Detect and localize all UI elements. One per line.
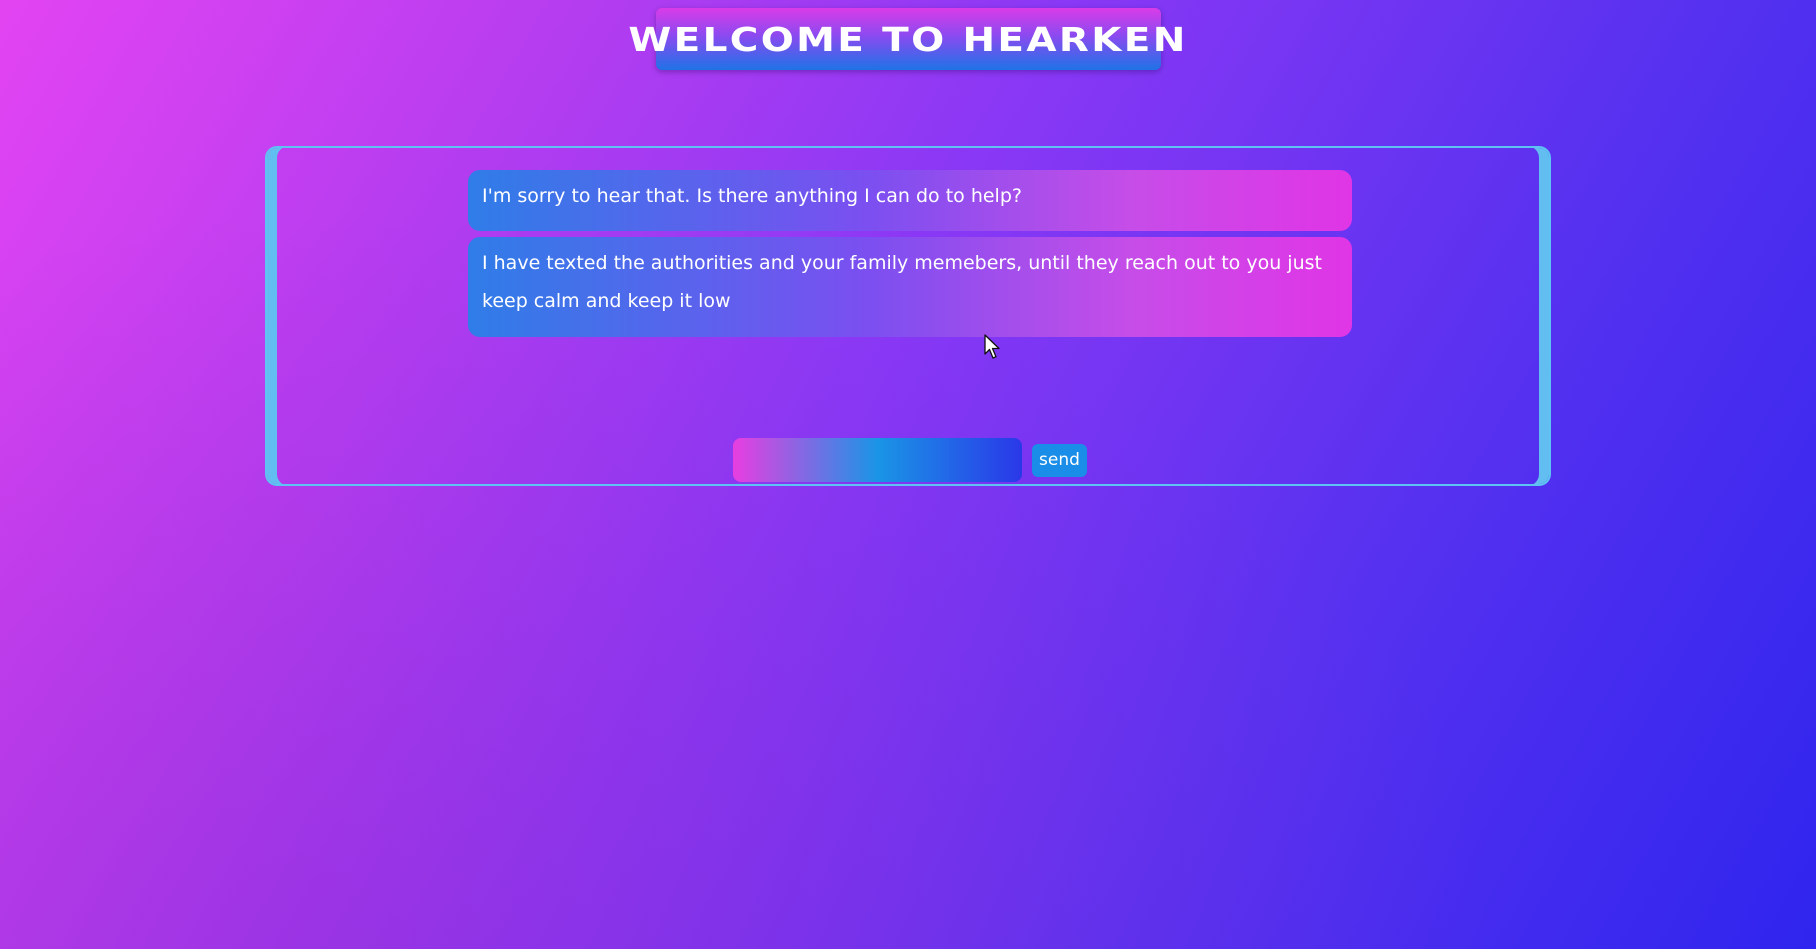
page-title: WELCOME TO HEARKEN [628, 19, 1189, 59]
header-banner: WELCOME TO HEARKEN [629, 8, 1186, 70]
send-button[interactable]: send [1032, 443, 1087, 477]
chat-message: I'm sorry to hear that. Is there anythin… [468, 170, 1352, 231]
chat-message: I have texted the authorities and your f… [468, 237, 1352, 337]
message-input[interactable] [733, 438, 1022, 482]
chat-panel: I'm sorry to hear that. Is there anythin… [265, 146, 1551, 486]
mouse-pointer-icon [984, 334, 1000, 359]
message-composer: send [733, 437, 1087, 483]
